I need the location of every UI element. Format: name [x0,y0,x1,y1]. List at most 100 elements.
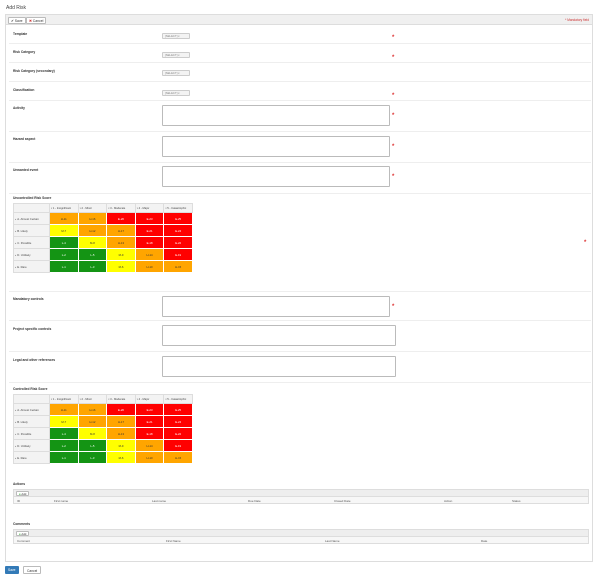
risk-score-cell[interactable]: L-5 [77,439,108,452]
risk-score-cell[interactable]: E-23 [134,403,165,416]
grid-column-header[interactable]: ID [17,499,20,503]
grid-column-header[interactable]: First name [54,499,68,503]
matrix-column-header[interactable]: ▾ 2 - Minor [77,203,108,213]
risk-score-cell[interactable]: M-8 [77,236,108,249]
grid-column-header[interactable]: Due Date [248,499,261,503]
toolbar-cancel-button[interactable]: ✖ Cancel [26,16,47,24]
grid-column-header[interactable]: Last name [152,499,166,503]
classification-select[interactable]: [SELECT] ▾ [162,90,190,96]
risk-score-cell[interactable]: L-4 [49,427,79,440]
risk-score-cell[interactable]: E-19 [163,439,193,452]
risk-score-cell[interactable]: H-13 [106,236,136,249]
risk-score-cell[interactable]: L-1 [49,451,79,464]
matrix-column-header[interactable]: ▾ 4 - Major [134,394,165,404]
matrix-row-header[interactable]: ▸A. Almost Certain [13,212,50,225]
matrix-column-header[interactable]: ▾ 1 - Insignificant [49,394,79,404]
risk-score-cell[interactable]: E-24 [163,224,193,237]
risk-category-select[interactable]: [SELECT] ▾ [162,52,190,58]
risk-score-cell[interactable]: H-11 [49,212,79,225]
risk-score-cell[interactable]: H-13 [106,427,136,440]
risk-score-cell[interactable]: L-1 [49,260,79,273]
risk-score-cell[interactable]: H-15 [163,260,193,273]
save-button[interactable]: Save [5,566,19,574]
risk-score-cell[interactable]: H-15 [163,451,193,464]
risk-score-cell[interactable]: M-7 [49,415,79,428]
risk-score-cell[interactable]: E-25 [163,403,193,416]
risk-score-cell[interactable]: L-3 [77,451,108,464]
matrix-row-header[interactable]: ▸D. Unlikely [13,248,50,261]
matrix-row-header[interactable]: ▸B. Likely [13,224,50,237]
risk-score-cell[interactable]: L-5 [77,248,108,261]
risk-score-cell[interactable]: H-10 [134,451,165,464]
risk-score-cell[interactable]: L-3 [77,260,108,273]
matrix-row-header[interactable]: ▸E. Rare [13,260,50,273]
risk-score-cell[interactable]: H-16 [77,212,108,225]
mandatory-controls-textarea[interactable] [162,296,390,317]
risk-score-cell[interactable]: E-22 [163,236,193,249]
grid-column-header[interactable]: Comment [17,539,30,543]
project-specific-controls-textarea[interactable] [162,325,396,346]
matrix-row-header[interactable]: ▸A. Almost Certain [13,403,50,416]
matrix-column-header[interactable]: ▾ 1 - Insignificant [49,203,79,213]
grid-column-header[interactable]: First Name [166,539,181,543]
risk-score-cell[interactable]: E-21 [134,415,165,428]
risk-score-cell[interactable]: M-9 [106,439,136,452]
matrix-column-header[interactable]: ▾ 4 - Major [134,203,165,213]
risk-score-cell[interactable]: M-6 [106,260,136,273]
matrix-row-header[interactable]: ▸D. Unlikely [13,439,50,452]
risk-score-cell[interactable]: E-24 [163,415,193,428]
matrix-row-header[interactable]: ▸C. Possible [13,236,50,249]
risk-score-cell[interactable]: H-12 [77,224,108,237]
risk-score-cell[interactable]: E-20 [106,212,136,225]
activity-textarea[interactable] [162,105,390,126]
template-select[interactable]: [SELECT] ▾ [162,33,190,39]
toolbar-save-button[interactable]: ✔ Save [8,16,26,24]
matrix-column-header[interactable]: ▾ 5 - Catastrophic [163,203,193,213]
grid-column-header[interactable]: Action [444,499,452,503]
risk-score-cell[interactable]: M-6 [106,451,136,464]
matrix-column-header[interactable]: ▾ 3 - Moderate [106,394,136,404]
hazard-aspect-textarea[interactable] [162,136,390,157]
grid-column-header[interactable]: Last Name [325,539,340,543]
legal-references-textarea[interactable] [162,356,396,377]
risk-score-cell[interactable]: H-11 [49,403,79,416]
matrix-row-header[interactable]: ▸C. Possible [13,427,50,440]
matrix-column-label: 4 - Major [138,397,150,401]
risk-score-cell[interactable]: H-14 [134,439,165,452]
risk-score-cell[interactable]: E-20 [106,403,136,416]
matrix-column-header[interactable]: ▾ 5 - Catastrophic [163,394,193,404]
risk-score-cell[interactable]: E-22 [163,427,193,440]
unwanted-event-textarea[interactable] [162,166,390,187]
matrix-row-header[interactable]: ▸E. Rare [13,451,50,464]
grid-column-header[interactable]: Closed Date [334,499,351,503]
risk-score-cell[interactable]: H-16 [77,403,108,416]
grid-column-header[interactable]: Status [512,499,521,503]
comments-add-button[interactable]: ● Add [16,531,30,536]
risk-score-cell[interactable]: E-18 [134,427,165,440]
risk-category-secondary-select[interactable]: [SELECT] ▾ [162,70,190,76]
project-specific-controls-label: Project specific controls [13,327,52,331]
risk-score-cell[interactable]: H-17 [106,224,136,237]
matrix-column-header[interactable]: ▾ 2 - Minor [77,394,108,404]
risk-score-cell[interactable]: H-14 [134,248,165,261]
matrix-column-header[interactable]: ▾ 3 - Moderate [106,203,136,213]
risk-score-cell[interactable]: E-23 [134,212,165,225]
matrix-row-label: D. Unlikely [17,252,31,257]
risk-score-cell[interactable]: E-19 [163,248,193,261]
grid-column-header[interactable]: Date [481,539,487,543]
risk-score-cell[interactable]: L-2 [49,248,79,261]
risk-score-cell[interactable]: E-25 [163,212,193,225]
risk-score-cell[interactable]: H-17 [106,415,136,428]
cancel-button[interactable]: Cancel [23,566,42,574]
risk-score-cell[interactable]: M-8 [77,427,108,440]
risk-score-cell[interactable]: H-10 [134,260,165,273]
risk-score-cell[interactable]: M-7 [49,224,79,237]
risk-score-cell[interactable]: E-18 [134,236,165,249]
actions-add-button[interactable]: ● Add [16,491,30,496]
risk-score-cell[interactable]: L-4 [49,236,79,249]
risk-score-cell[interactable]: E-21 [134,224,165,237]
risk-score-cell[interactable]: L-2 [49,439,79,452]
matrix-row-header[interactable]: ▸B. Likely [13,415,50,428]
risk-score-cell[interactable]: H-12 [77,415,108,428]
risk-score-cell[interactable]: M-9 [106,248,136,261]
